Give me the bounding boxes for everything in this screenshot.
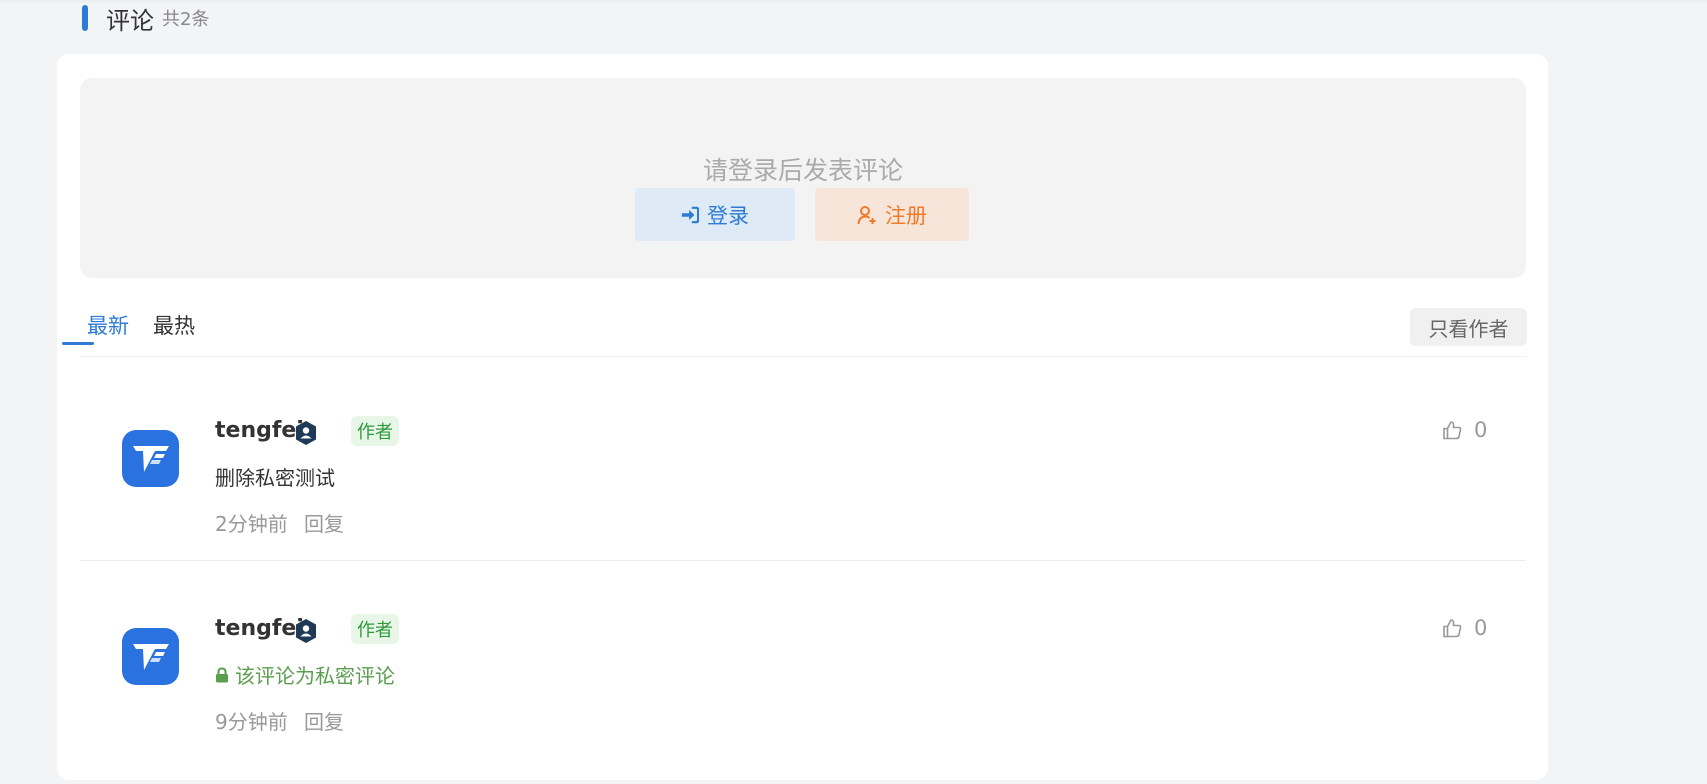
like-count: 0 <box>1474 616 1488 640</box>
divider <box>80 560 1526 561</box>
avatar-logo-icon <box>132 643 169 670</box>
avatar-logo-icon <box>132 445 169 472</box>
author-badge: 作者 <box>351 416 399 446</box>
avatar[interactable] <box>122 628 179 685</box>
author-only-button[interactable]: 只看作者 <box>1410 308 1527 346</box>
verified-user-icon <box>294 420 318 446</box>
private-comment-text: 该评论为私密评论 <box>235 664 395 688</box>
login-label: 登录 <box>707 203 749 228</box>
comment-item: tengfei 作者 该评论为私密评论 9分钟前 回复 0 <box>57 592 1548 772</box>
comment-item: tengfei 作者 删除私密测试 2分钟前 回复 0 <box>57 394 1548 574</box>
login-prompt-text: 请登录后发表评论 <box>702 156 903 185</box>
section-accent-bar <box>82 5 88 31</box>
reply-button[interactable]: 回复 <box>304 706 344 735</box>
avatar[interactable] <box>122 430 179 487</box>
author-badge: 作者 <box>351 614 399 644</box>
like-button[interactable]: 0 <box>1442 418 1487 442</box>
verified-user-icon <box>294 618 318 644</box>
reply-button[interactable]: 回复 <box>304 508 344 537</box>
comments-section-header: 评论 共2条 <box>82 2 210 35</box>
login-prompt-box: 请登录后发表评论 登录 注册 <box>80 78 1526 278</box>
thumbs-up-icon <box>1442 618 1462 638</box>
divider <box>80 356 1526 357</box>
register-button[interactable]: 注册 <box>815 188 969 241</box>
like-count: 0 <box>1474 418 1488 442</box>
private-comment-notice: 该评论为私密评论 <box>215 660 395 689</box>
tab-latest[interactable]: 最新 <box>87 310 129 340</box>
comment-time: 9分钟前 <box>215 710 288 734</box>
user-plus-icon <box>857 205 877 225</box>
sign-in-icon <box>681 206 699 224</box>
active-tab-indicator <box>62 342 94 345</box>
comment-text: 删除私密测试 <box>215 466 335 490</box>
comment-username[interactable]: tengfei <box>215 418 304 443</box>
section-title: 评论 <box>106 6 154 35</box>
register-label: 注册 <box>885 203 927 228</box>
top-strip <box>0 0 1707 3</box>
comments-card: 请登录后发表评论 登录 注册 最新 最热 只看作者 tengfei 作者 删除私… <box>57 54 1548 780</box>
comment-time: 2分钟前 <box>215 512 288 536</box>
tab-hot[interactable]: 最热 <box>153 310 195 340</box>
lock-icon <box>215 666 229 683</box>
comment-username[interactable]: tengfei <box>215 616 304 641</box>
like-button[interactable]: 0 <box>1442 616 1487 640</box>
comment-count: 共2条 <box>162 9 210 30</box>
thumbs-up-icon <box>1442 420 1462 440</box>
login-button[interactable]: 登录 <box>635 188 795 241</box>
